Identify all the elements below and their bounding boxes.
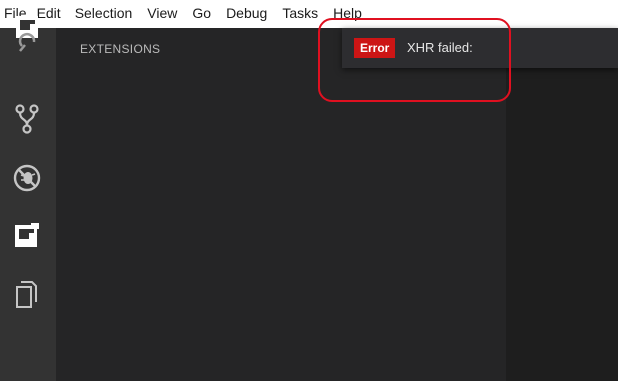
menu-view[interactable]: View	[147, 5, 177, 22]
error-notification[interactable]: Error XHR failed:	[342, 28, 618, 68]
notification-message: XHR failed:	[407, 40, 473, 55]
source-control-icon[interactable]	[8, 100, 46, 138]
extensions-icon[interactable]	[8, 217, 46, 255]
debug-icon[interactable]	[8, 159, 46, 197]
sidebar-title: EXTENSIONS	[80, 42, 161, 56]
menu-bar: File Edit Selection View Go Debug Tasks …	[0, 0, 618, 28]
editor-area	[506, 28, 618, 381]
files-icon[interactable]	[8, 276, 46, 314]
error-badge: Error	[354, 38, 396, 58]
menu-debug[interactable]: Debug	[226, 5, 267, 22]
menu-go[interactable]: Go	[192, 5, 211, 22]
menu-selection[interactable]: Selection	[75, 5, 133, 22]
explorer-icon[interactable]	[8, 14, 46, 52]
menu-tasks[interactable]: Tasks	[282, 5, 318, 22]
menu-help[interactable]: Help	[333, 5, 362, 22]
activity-bar	[0, 16, 56, 381]
extensions-sidebar: EXTENSIONS	[56, 28, 506, 381]
